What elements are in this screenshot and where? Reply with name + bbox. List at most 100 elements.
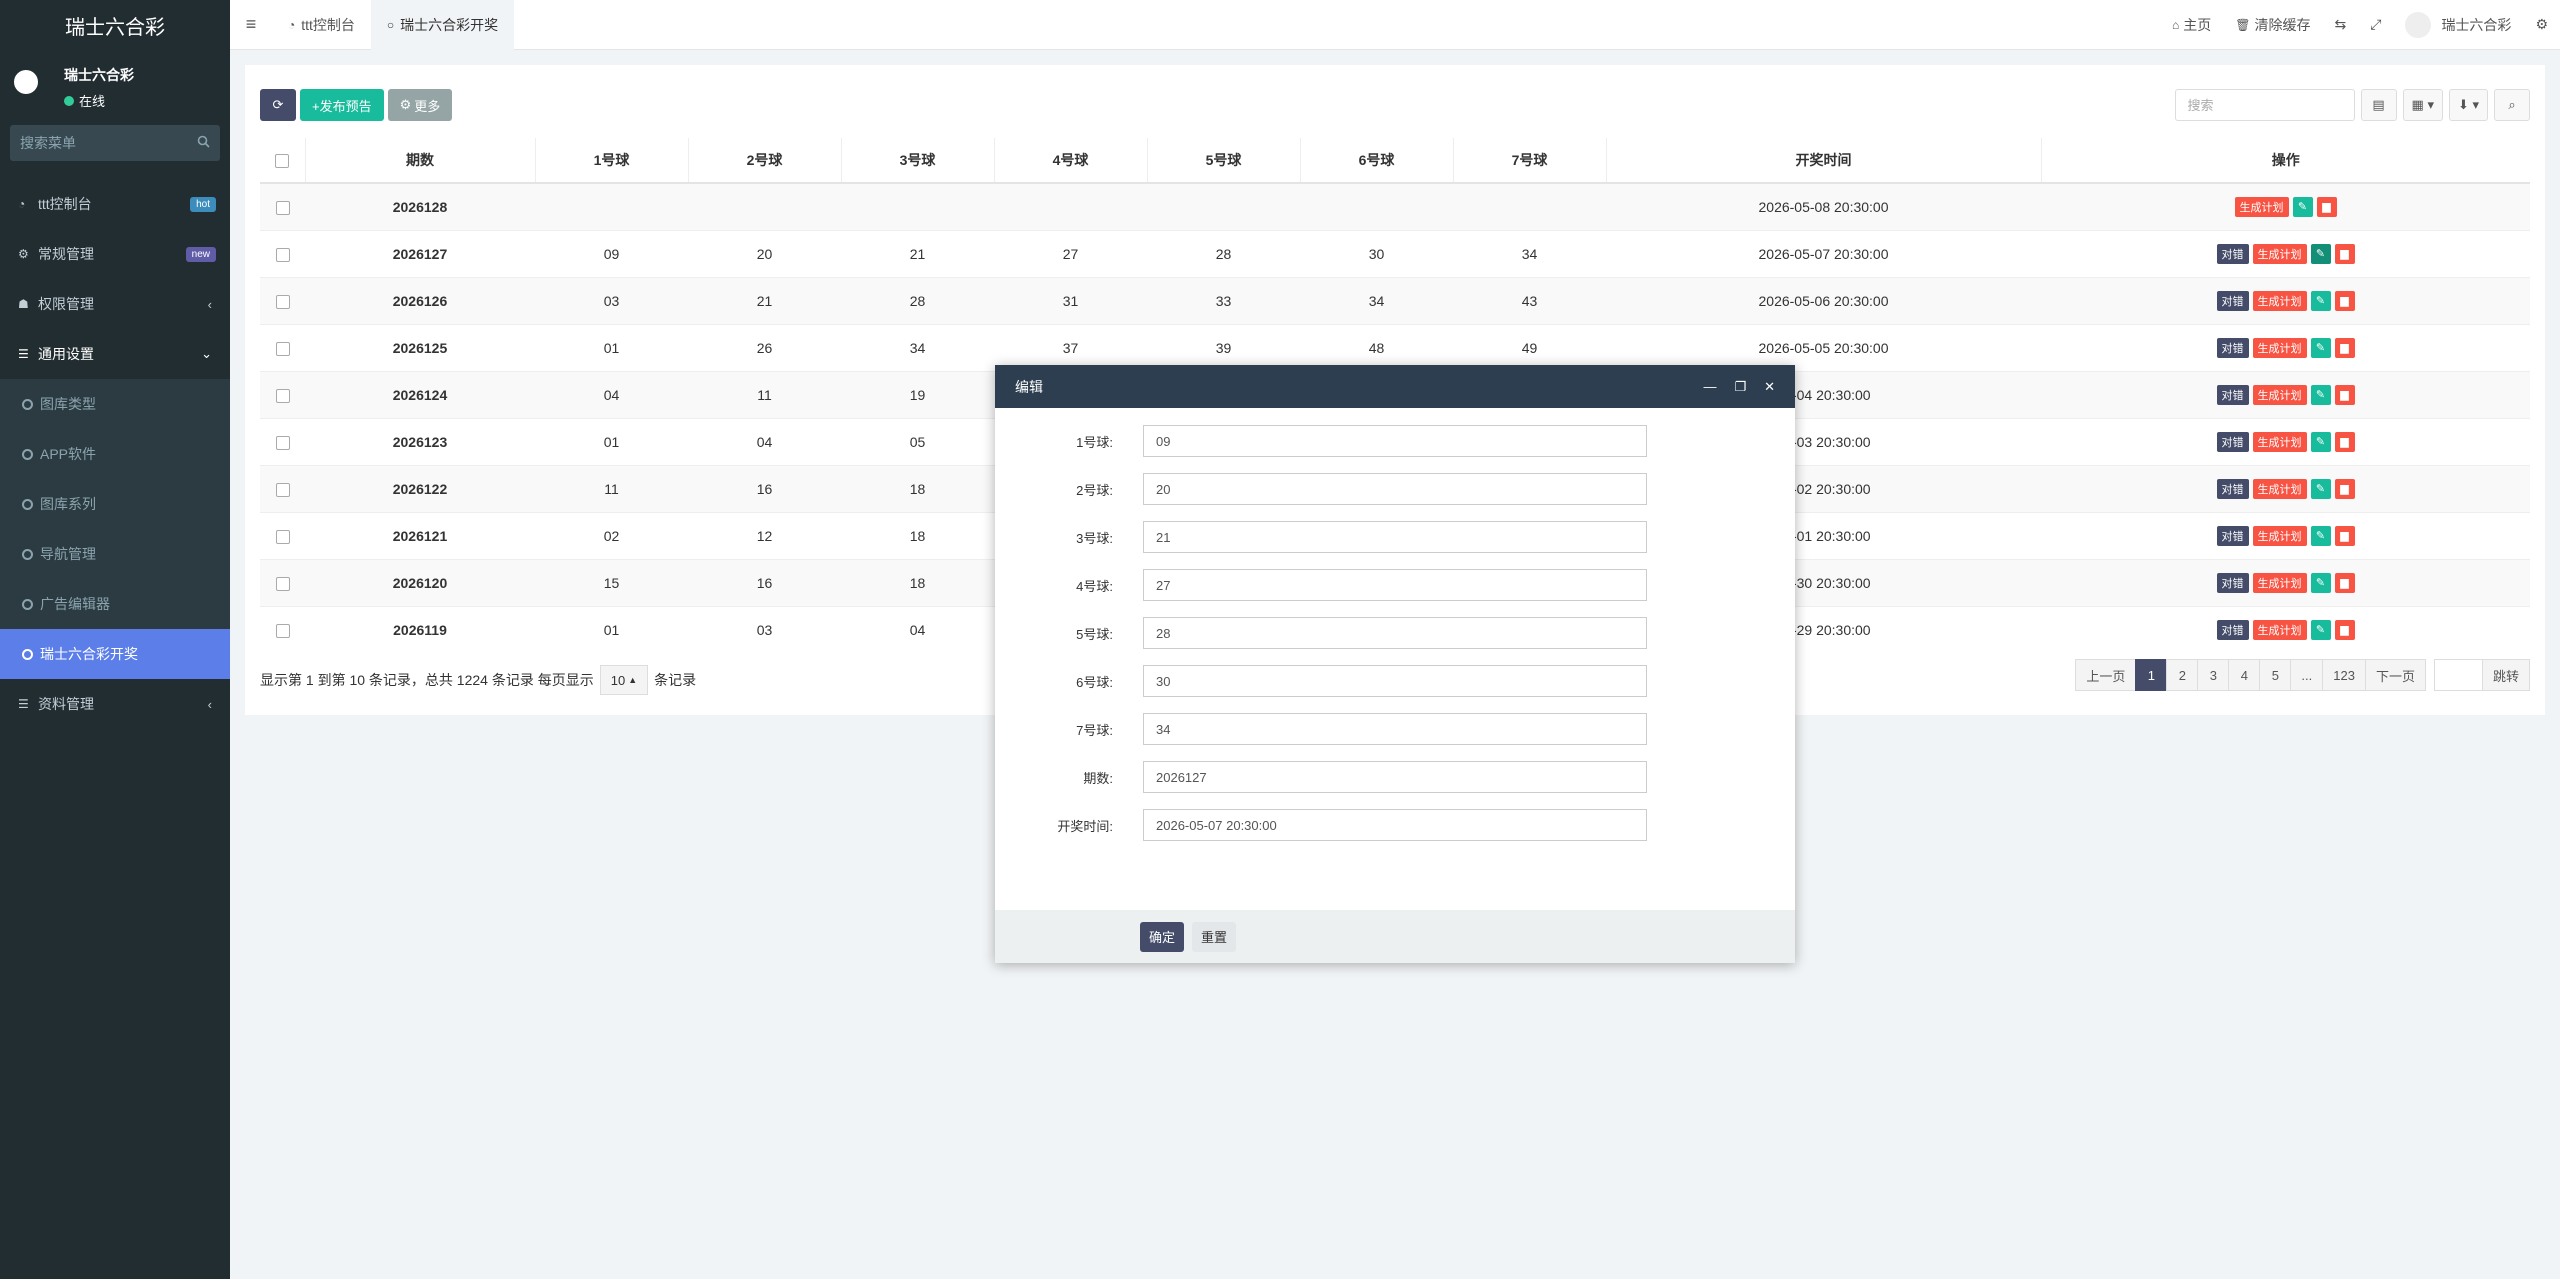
edit-button[interactable]: ✎ xyxy=(2310,431,2331,452)
row-checkbox[interactable] xyxy=(275,435,290,450)
common-search-button[interactable]: ⌕ xyxy=(2494,89,2530,121)
page-next[interactable]: 下一页 xyxy=(2364,659,2426,691)
delete-button[interactable]: ▆ xyxy=(2334,478,2355,499)
sidebar-item-data[interactable]: ☰ 资料管理 ‹ xyxy=(0,679,230,729)
edit-button[interactable]: ✎ xyxy=(2310,478,2331,499)
page-2[interactable]: 2 xyxy=(2166,659,2199,691)
field-input[interactable] xyxy=(1143,761,1647,793)
sidebar-item-auth[interactable]: ☗ 权限管理 ‹ xyxy=(0,279,230,329)
generate-plan-button[interactable]: 生成计划 xyxy=(2252,478,2307,499)
refresh-button[interactable]: ⟳ xyxy=(260,89,296,121)
table-row[interactable]: 2026126 03 21 28 31 33 34 43 2026-05-06 20:30:00… xyxy=(260,276,2530,324)
row-checkbox[interactable] xyxy=(275,388,290,403)
check-button[interactable]: 对错 xyxy=(2216,290,2249,311)
page-4[interactable]: 4 xyxy=(2228,659,2261,691)
home-link[interactable]: ⌂ 主页 xyxy=(2160,0,2223,50)
edit-button[interactable]: ✎ xyxy=(2310,619,2331,640)
table-row[interactable]: 2026125 01 26 34 37 39 48 49 2026-05-05 20:30:00… xyxy=(260,323,2530,371)
tab-lottery[interactable]: ○ 瑞士六合彩开奖 xyxy=(370,0,515,50)
sidebar-item-general[interactable]: ⚙ 常规管理 new xyxy=(0,229,230,279)
field-input[interactable] xyxy=(1143,425,1647,457)
field-input[interactable] xyxy=(1143,665,1647,697)
tab-dashboard[interactable]: ◔ ttt控制台 xyxy=(272,0,371,50)
more-button[interactable]: ⚙ 更多 xyxy=(387,89,453,121)
brand-logo[interactable]: 瑞士六合彩 xyxy=(0,0,230,50)
row-checkbox[interactable] xyxy=(275,482,290,497)
delete-button[interactable]: ▆ xyxy=(2334,337,2355,358)
generate-plan-button[interactable]: 生成计划 xyxy=(2252,525,2307,546)
check-button[interactable]: 对错 xyxy=(2216,619,2249,640)
generate-plan-button[interactable]: 生成计划 xyxy=(2234,196,2289,217)
generate-plan-button[interactable]: 生成计划 xyxy=(2252,384,2307,405)
clear-cache-button[interactable]: 🗑 清除缓存 xyxy=(2223,0,2322,50)
field-input[interactable] xyxy=(1143,569,1647,601)
field-input[interactable] xyxy=(1143,617,1647,649)
sidebar-item-dashboard[interactable]: ◔ ttt控制台 hot xyxy=(0,179,230,229)
table-search-input[interactable] xyxy=(2174,89,2355,121)
col-ball2[interactable]: 2号球 xyxy=(688,138,842,184)
sidebar-subitem-lottery[interactable]: 瑞士六合彩开奖 xyxy=(0,629,230,679)
sidebar-item-settings[interactable]: ☰ 通用设置 ⌄ xyxy=(0,329,230,379)
generate-plan-button[interactable]: 生成计划 xyxy=(2252,431,2307,452)
menu-toggle-icon[interactable]: ≡ xyxy=(230,14,272,35)
page-jump-button[interactable]: 跳转 xyxy=(2481,659,2530,691)
edit-button[interactable]: ✎ xyxy=(2310,384,2331,405)
delete-button[interactable]: ▆ xyxy=(2316,196,2337,217)
check-button[interactable]: 对错 xyxy=(2216,572,2249,593)
search-icon[interactable] xyxy=(197,135,210,151)
sidebar-subitem-app[interactable]: APP软件 xyxy=(0,429,230,479)
check-button[interactable]: 对错 xyxy=(2216,384,2249,405)
field-input[interactable] xyxy=(1143,521,1647,553)
row-checkbox[interactable] xyxy=(275,294,290,309)
edit-button[interactable]: ✎ xyxy=(2292,196,2313,217)
edit-button[interactable]: ✎ xyxy=(2310,243,2331,264)
check-button[interactable]: 对错 xyxy=(2216,431,2249,452)
sidebar-subitem-ads[interactable]: 广告编辑器 xyxy=(0,579,230,629)
generate-plan-button[interactable]: 生成计划 xyxy=(2252,572,2307,593)
toggle-view-button[interactable]: ▤ xyxy=(2360,89,2397,121)
field-input[interactable] xyxy=(1143,809,1647,841)
page-5[interactable]: 5 xyxy=(2259,659,2292,691)
delete-button[interactable]: ▆ xyxy=(2334,431,2355,452)
delete-button[interactable]: ▆ xyxy=(2334,525,2355,546)
minimize-icon[interactable]: — xyxy=(1703,379,1716,395)
delete-button[interactable]: ▆ xyxy=(2334,290,2355,311)
table-row[interactable]: 2026128 2026-05-08 20:30:00 生成计划 ✎ ▆ xyxy=(260,182,2530,230)
row-checkbox[interactable] xyxy=(275,529,290,544)
export-button[interactable]: ⬇ ▾ xyxy=(2448,89,2488,121)
table-row[interactable]: 2026127 09 20 21 27 28 30 34 2026-05-07 20:30:00… xyxy=(260,229,2530,277)
row-checkbox[interactable] xyxy=(275,247,290,262)
check-button[interactable]: 对错 xyxy=(2216,525,2249,546)
col-ball5[interactable]: 5号球 xyxy=(1147,138,1301,184)
check-button[interactable]: 对错 xyxy=(2216,337,2249,358)
page-3[interactable]: 3 xyxy=(2197,659,2230,691)
fullscreen-icon[interactable]: ⤢ xyxy=(2358,0,2393,50)
language-icon[interactable]: ⇆ xyxy=(2323,0,2359,50)
sidebar-subitem-gallery-type[interactable]: 图库类型 xyxy=(0,379,230,429)
col-ball6[interactable]: 6号球 xyxy=(1300,138,1454,184)
generate-plan-button[interactable]: 生成计划 xyxy=(2252,619,2307,640)
edit-button[interactable]: ✎ xyxy=(2310,525,2331,546)
maximize-icon[interactable]: ❐ xyxy=(1734,379,1746,395)
row-checkbox[interactable] xyxy=(275,623,290,638)
page-size-dropdown[interactable]: 10 ▲ xyxy=(599,665,649,695)
generate-plan-button[interactable]: 生成计划 xyxy=(2252,290,2307,311)
sidebar-subitem-nav[interactable]: 导航管理 xyxy=(0,529,230,579)
check-button[interactable]: 对错 xyxy=(2216,478,2249,499)
delete-button[interactable]: ▆ xyxy=(2334,243,2355,264)
col-ball7[interactable]: 7号球 xyxy=(1453,138,1607,184)
sidebar-subitem-gallery-series[interactable]: 图库系列 xyxy=(0,479,230,529)
row-checkbox[interactable] xyxy=(275,200,290,215)
col-ball1[interactable]: 1号球 xyxy=(535,138,689,184)
col-time[interactable]: 开奖时间 xyxy=(1606,138,2042,184)
generate-plan-button[interactable]: 生成计划 xyxy=(2252,243,2307,264)
row-checkbox[interactable] xyxy=(275,576,290,591)
reset-button[interactable]: 重置 xyxy=(1192,921,1237,952)
close-icon[interactable]: ✕ xyxy=(1764,379,1775,395)
col-period[interactable]: 期数 xyxy=(305,138,536,184)
page-prev[interactable]: 上一页 xyxy=(2075,659,2137,691)
page-123[interactable]: 123 xyxy=(2322,659,2366,691)
menu-search-input[interactable] xyxy=(20,135,180,151)
delete-button[interactable]: ▆ xyxy=(2334,619,2355,640)
edit-button[interactable]: ✎ xyxy=(2310,572,2331,593)
